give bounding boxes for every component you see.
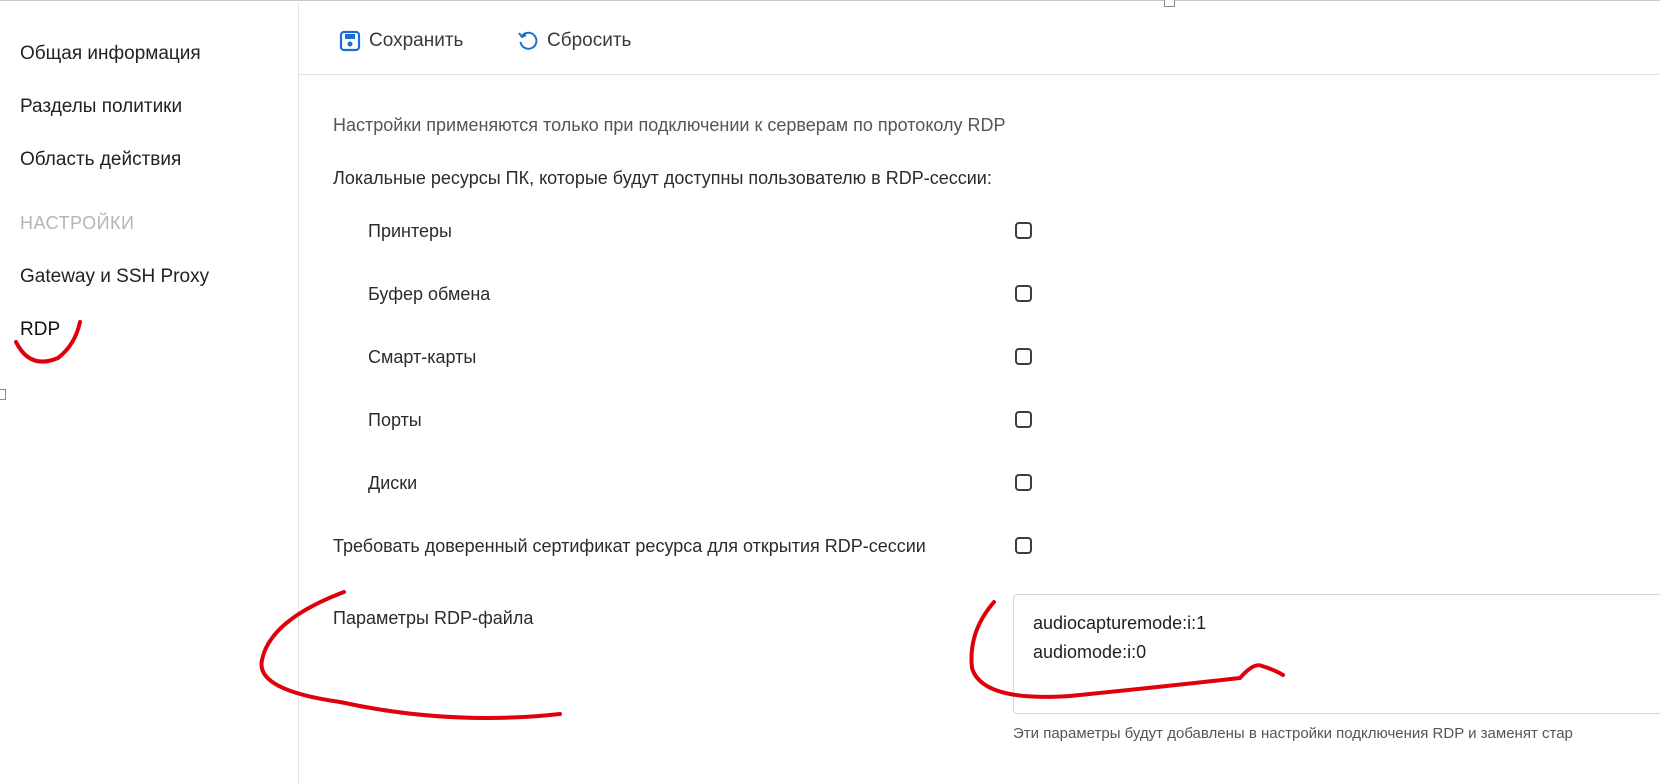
sidebar: Общая информация Разделы политики Област… [0,3,299,784]
rdp-params-textarea[interactable]: audiocapturemode:i:1 audiomode:i:0 [1013,594,1660,714]
save-icon [339,30,361,52]
drives-checkbox[interactable] [1015,474,1032,491]
trusted-cert-label: Требовать доверенный сертификат ресурса … [333,536,926,556]
trusted-cert-checkbox[interactable] [1015,537,1032,554]
resource-label-smartcards: Смарт-карты [368,347,477,367]
sidebar-section-settings: НАСТРОЙКИ [20,213,135,233]
resources-label: Локальные ресурсы ПК, которые будут дост… [333,168,992,188]
save-button[interactable]: Сохранить [339,27,463,55]
resource-label-drives: Диски [368,473,418,493]
rdp-param-line: audiocapturemode:i:1 [1033,613,1207,633]
clipboard-checkbox[interactable] [1015,285,1032,302]
printers-checkbox[interactable] [1015,222,1032,239]
reset-button[interactable]: Сбросить [517,27,631,55]
rdp-params-hint: Эти параметры будут добавлены в настройк… [1013,725,1573,742]
sidebar-item-rdp[interactable]: RDP [20,319,60,341]
resource-label-clipboard: Буфер обмена [368,284,491,304]
info-text: Настройки применяются только при подключ… [333,115,1006,135]
sidebar-item-scope[interactable]: Область действия [20,149,181,171]
ports-checkbox[interactable] [1015,411,1032,428]
reset-button-label: Сбросить [547,30,632,51]
smartcards-checkbox[interactable] [1015,348,1032,365]
sidebar-item-general-info[interactable]: Общая информация [20,43,201,65]
rdp-params-label: Параметры RDP-файла [333,608,534,628]
resource-label-printers: Принтеры [368,221,452,241]
resource-label-ports: Порты [368,410,422,430]
sidebar-item-policy-sections[interactable]: Разделы политики [20,96,182,118]
toolbar: Сохранить Сбросить [299,3,1660,75]
sidebar-item-gateway-ssh-proxy[interactable]: Gateway и SSH Proxy [20,266,209,288]
save-button-label: Сохранить [369,30,464,51]
rdp-param-line: audiomode:i:0 [1033,642,1147,662]
reset-icon [517,30,539,52]
